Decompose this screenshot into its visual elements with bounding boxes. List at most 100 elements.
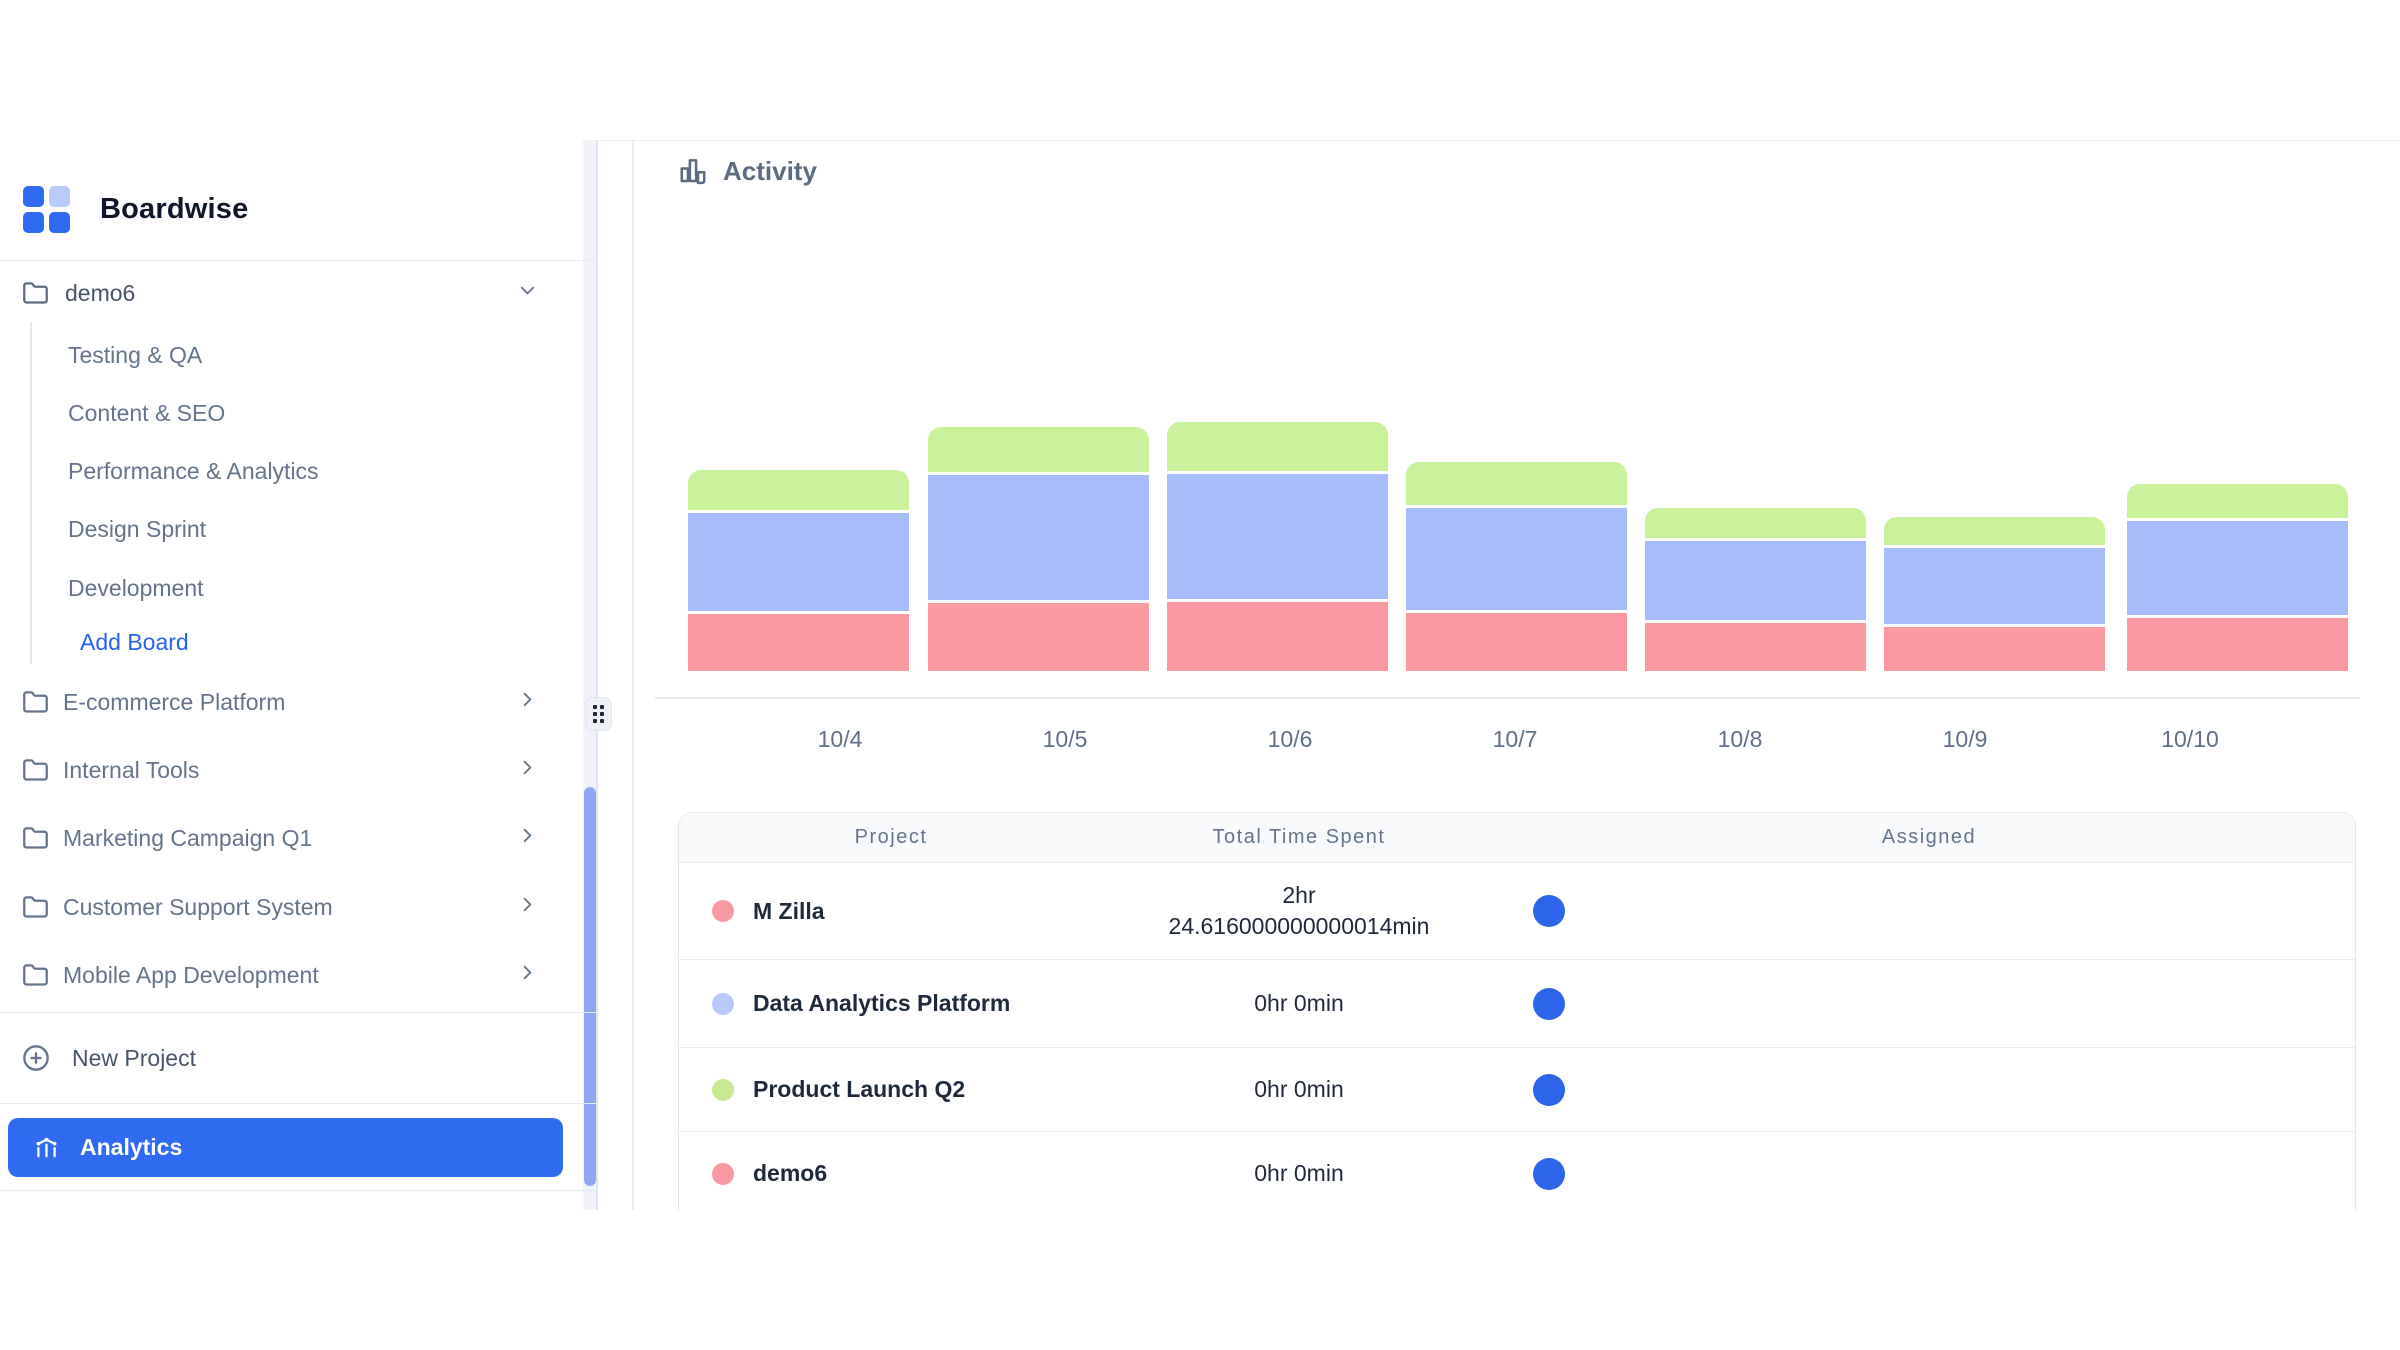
sidebar-project-internal-tools[interactable]: Internal Tools [0, 748, 580, 792]
project-name: M Zilla [753, 863, 825, 959]
sidebar-right-border [596, 140, 598, 1210]
chevron-right-icon[interactable] [516, 824, 539, 852]
sidebar-divider [0, 260, 597, 261]
chevron-right-icon[interactable] [516, 893, 539, 921]
folder-icon [22, 689, 49, 716]
folder-icon [22, 280, 49, 307]
table-row-data-analytics-platform: Data Analytics Platform 0hr 0min [679, 960, 2355, 1048]
project-time-table: Project Total Time Spent Assigned M Zilla … [678, 812, 2356, 1210]
sidebar-board-development[interactable]: Development [0, 566, 580, 610]
new-project-label: New Project [72, 1045, 196, 1072]
project-color-dot [712, 993, 734, 1015]
bar-segment-10/10-data-analytics-platform [2127, 521, 2348, 615]
boardwise-logo-icon [23, 186, 70, 233]
bar-segment-10/4-m-zilla [688, 614, 909, 671]
table-row-m-zilla: M Zilla 2hr24.616000000000014min [679, 863, 2355, 960]
project-color-dot [712, 1079, 734, 1101]
bar-segment-10/6-m-zilla [1167, 602, 1388, 671]
add-board-button[interactable]: Add Board [0, 620, 580, 664]
bar-segment-10/8-data-analytics-platform [1645, 541, 1866, 620]
assignee-avatar [1533, 895, 1565, 927]
folder-icon [22, 962, 49, 989]
board-label: Development [68, 575, 204, 602]
x-axis-label: 10/10 [2130, 726, 2250, 753]
assignee-avatar [1533, 1074, 1565, 1106]
project-label: Marketing Campaign Q1 [63, 825, 312, 852]
assignee-avatar [1533, 988, 1565, 1020]
sidebar-project-customer-support-system[interactable]: Customer Support System [0, 885, 580, 929]
sidebar-board-performance-analytics[interactable]: Performance & Analytics [0, 449, 580, 493]
bar-segment-10/8-m-zilla [1645, 623, 1866, 671]
bar-segment-10/4-data-analytics-platform [688, 513, 909, 611]
project-color-dot [712, 900, 734, 922]
bar-segment-10/9-m-zilla [1884, 627, 2105, 671]
x-axis-label: 10/9 [1905, 726, 2025, 753]
bar-segment-10/9-product-launch-q2 [1884, 517, 2105, 545]
project-color-dot [712, 1163, 734, 1185]
board-label: Design Sprint [68, 516, 206, 543]
bar-segment-10/5-product-launch-q2 [928, 427, 1149, 472]
table-row-demo6: demo6 0hr 0min [679, 1132, 2355, 1210]
activity-header: Activity [678, 150, 817, 192]
bar-segment-10/6-product-launch-q2 [1167, 422, 1388, 471]
sidebar-resize-handle[interactable] [585, 697, 612, 731]
x-axis-label: 10/6 [1230, 726, 1350, 753]
total-time-spent: 2hr24.616000000000014min [1149, 863, 1449, 959]
column-header-project: Project [855, 813, 928, 862]
project-label: Internal Tools [63, 757, 199, 784]
add-board-label: Add Board [80, 629, 189, 656]
chevron-right-icon[interactable] [516, 688, 539, 716]
project-label: Customer Support System [63, 894, 333, 921]
bar-segment-10/10-product-launch-q2 [2127, 484, 2348, 518]
new-project-button[interactable]: New Project [0, 1036, 580, 1080]
brand-name: Boardwise [100, 193, 248, 226]
project-name: Product Launch Q2 [753, 1048, 965, 1131]
sidebar-divider [0, 1103, 597, 1104]
total-time-spent: 0hr 0min [1149, 1132, 1449, 1210]
page-title: Activity [723, 156, 817, 187]
sidebar-project-mobile-app-development[interactable]: Mobile App Development [0, 953, 580, 997]
table-row-product-launch-q2: Product Launch Q2 0hr 0min [679, 1048, 2355, 1132]
chevron-right-icon[interactable] [516, 756, 539, 784]
sidebar-project-e-commerce-platform[interactable]: E-commerce Platform [0, 680, 580, 724]
bar-chart-icon [678, 156, 708, 186]
board-label: Testing & QA [68, 342, 202, 369]
board-label: Performance & Analytics [68, 458, 319, 485]
project-name: demo6 [753, 1132, 827, 1210]
x-axis-label: 10/5 [1005, 726, 1125, 753]
analytics-chart-icon [33, 1134, 60, 1161]
total-time-spent: 0hr 0min [1149, 960, 1449, 1047]
column-header-total-time-spent: Total Time Spent [1213, 813, 1386, 862]
sidebar-project-marketing-campaign-q1[interactable]: Marketing Campaign Q1 [0, 816, 580, 860]
bar-segment-10/8-product-launch-q2 [1645, 508, 1866, 538]
column-header-assigned: Assigned [1882, 813, 1976, 862]
folder-icon [22, 894, 49, 921]
bar-segment-10/7-product-launch-q2 [1406, 462, 1627, 505]
sidebar-divider [0, 1190, 597, 1191]
bar-segment-10/7-m-zilla [1406, 613, 1627, 671]
x-axis-label: 10/4 [780, 726, 900, 753]
sidebar-board-design-sprint[interactable]: Design Sprint [0, 507, 580, 551]
x-axis-label: 10/8 [1680, 726, 1800, 753]
sidebar-board-content-seo[interactable]: Content & SEO [0, 391, 580, 435]
sidebar-item-analytics[interactable]: Analytics [8, 1118, 563, 1177]
sidebar-board-testing-qa[interactable]: Testing & QA [0, 333, 580, 377]
sidebar-scrollbar-thumb[interactable] [584, 787, 596, 1186]
content-left-border [632, 140, 634, 1210]
chart-x-axis-line [655, 697, 2360, 699]
project-name: Data Analytics Platform [753, 960, 1010, 1047]
project-label: Mobile App Development [63, 962, 319, 989]
assignee-avatar [1533, 1158, 1565, 1190]
chevron-right-icon[interactable] [516, 961, 539, 989]
bar-segment-10/6-data-analytics-platform [1167, 474, 1388, 599]
board-label: Content & SEO [68, 400, 225, 427]
bar-segment-10/5-data-analytics-platform [928, 475, 1149, 600]
table-header-row: Project Total Time Spent Assigned [679, 813, 2355, 863]
grip-dots-icon [593, 705, 604, 723]
project-label: demo6 [65, 280, 135, 307]
sidebar-project-demo6[interactable]: demo6 [0, 271, 580, 315]
chevron-down-icon[interactable] [516, 279, 539, 307]
total-time-spent: 0hr 0min [1149, 1048, 1449, 1131]
bar-segment-10/5-m-zilla [928, 603, 1149, 671]
project-label: E-commerce Platform [63, 689, 285, 716]
